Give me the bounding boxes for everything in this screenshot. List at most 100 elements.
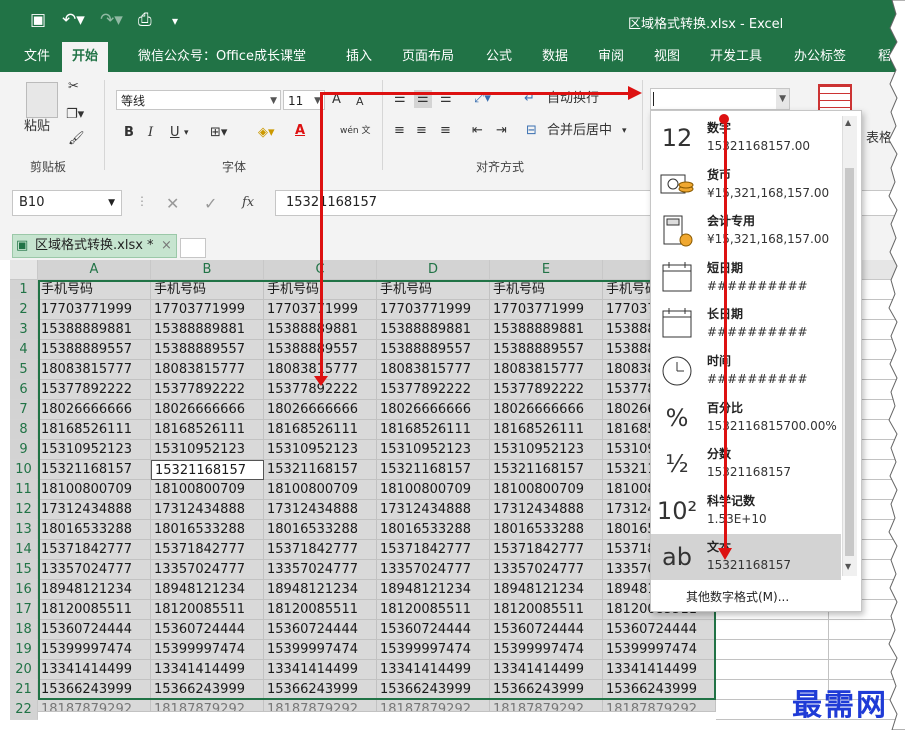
number-format-option[interactable]: %百分比1532116815700.00% (651, 395, 841, 441)
tab-5[interactable]: 公式 (486, 42, 512, 72)
cell-C14[interactable]: 15371842777 (264, 540, 377, 560)
cell-E13[interactable]: 18016533288 (490, 520, 603, 540)
tab-10[interactable]: 办公标签 (794, 42, 846, 72)
row-header[interactable]: 6 (10, 380, 38, 400)
cell-E12[interactable]: 17312434888 (490, 500, 603, 520)
row-header[interactable]: 18 (10, 620, 38, 640)
cell-D1[interactable]: 手机号码 (377, 280, 490, 300)
cancel-icon[interactable]: ✕ (166, 194, 179, 213)
undo-icon[interactable]: ↶▾ (62, 10, 85, 30)
row-header[interactable]: 16 (10, 580, 38, 600)
cell-E3[interactable]: 15388889881 (490, 320, 603, 340)
cell-C12[interactable]: 17312434888 (264, 500, 377, 520)
cell-B16[interactable]: 18948121234 (151, 580, 264, 600)
cell-D21[interactable]: 15366243999 (377, 680, 490, 700)
cell-D4[interactable]: 15388889557 (377, 340, 490, 360)
cell-E20[interactable]: 13341414499 (490, 660, 603, 680)
cell-B20[interactable]: 13341414499 (151, 660, 264, 680)
merge-center-button[interactable]: 合并后居中 (547, 122, 612, 140)
new-tab-button[interactable] (180, 238, 206, 258)
cell-C9[interactable]: 15310952123 (264, 440, 377, 460)
dropdown-scrollbar[interactable]: ▲ ▼ (842, 116, 857, 576)
number-format-option[interactable]: ab 文本 15321168157 (651, 534, 841, 581)
tab-6[interactable]: 数据 (542, 42, 568, 72)
cell-D5[interactable]: 18083815777 (377, 360, 490, 380)
row-header[interactable]: 2 (10, 300, 38, 320)
cell-C10[interactable]: 15321168157 (264, 460, 377, 480)
format-painter-icon[interactable]: 🖌 (68, 130, 85, 148)
save-icon[interactable]: ▣ (30, 10, 46, 30)
cell-B9[interactable]: 15310952123 (151, 440, 264, 460)
cell-E10[interactable]: 15321168157 (490, 460, 603, 480)
number-format-option[interactable]: 12 数字 15321168157.00 (651, 115, 841, 161)
cell-C7[interactable]: 18026666666 (264, 400, 377, 420)
cell-B13[interactable]: 18016533288 (151, 520, 264, 540)
cell-A20[interactable]: 13341414499 (38, 660, 151, 680)
cell-B7[interactable]: 18026666666 (151, 400, 264, 420)
row-header[interactable]: 20 (10, 660, 38, 680)
cell-D17[interactable]: 18120085511 (377, 600, 490, 620)
chevron-down-icon[interactable]: ▾ (184, 124, 189, 142)
cell-D16[interactable]: 18948121234 (377, 580, 490, 600)
cell-D20[interactable]: 13341414499 (377, 660, 490, 680)
cell-A1[interactable]: 手机号码 (38, 280, 151, 300)
italic-button[interactable]: I (148, 124, 153, 142)
cell-F19[interactable]: 15399997474 (603, 640, 716, 660)
cell-A19[interactable]: 15399997474 (38, 640, 151, 660)
row-header[interactable]: 12 (10, 500, 38, 520)
row-header[interactable]: 8 (10, 420, 38, 440)
tab-9[interactable]: 开发工具 (710, 42, 762, 72)
cell-E5[interactable]: 18083815777 (490, 360, 603, 380)
column-header[interactable]: B (151, 260, 264, 280)
tab-4[interactable]: 页面布局 (402, 42, 454, 72)
row-header[interactable]: 15 (10, 560, 38, 580)
cell-D10[interactable]: 15321168157 (377, 460, 490, 480)
workbook-tab[interactable]: ▣ 区域格式转换.xlsx * × (12, 234, 177, 258)
redo-icon[interactable]: ↷▾ (100, 10, 123, 30)
merge-center-icon[interactable]: ⊟ (526, 122, 537, 140)
row-header[interactable]: 14 (10, 540, 38, 560)
row-header[interactable]: 1 (10, 280, 38, 300)
cell-D6[interactable]: 15377892222 (377, 380, 490, 400)
cell-B12[interactable]: 17312434888 (151, 500, 264, 520)
cell-B22[interactable]: 18187879292 (151, 700, 264, 712)
cell-C17[interactable]: 18120085511 (264, 600, 377, 620)
cell-A2[interactable]: 17703771999 (38, 300, 151, 320)
number-format-option[interactable]: 时间 ########## (651, 348, 841, 394)
cell-B4[interactable]: 15388889557 (151, 340, 264, 360)
cell-B10[interactable]: 15321168157 (151, 460, 264, 480)
scroll-up-icon[interactable]: ▲ (845, 118, 851, 127)
font-size-combo[interactable]: 11 ▼ (283, 90, 325, 110)
cell-A4[interactable]: 15388889557 (38, 340, 151, 360)
cell-A9[interactable]: 15310952123 (38, 440, 151, 460)
cell-E17[interactable]: 18120085511 (490, 600, 603, 620)
underline-button[interactable]: U (170, 124, 180, 142)
cell-B5[interactable]: 18083815777 (151, 360, 264, 380)
column-header[interactable]: A (38, 260, 151, 280)
cell-A11[interactable]: 18100800709 (38, 480, 151, 500)
cell-D3[interactable]: 15388889881 (377, 320, 490, 340)
row-header[interactable]: 10 (10, 460, 38, 480)
scroll-down-icon[interactable]: ▼ (845, 562, 851, 571)
cell-A12[interactable]: 17312434888 (38, 500, 151, 520)
cell-D11[interactable]: 18100800709 (377, 480, 490, 500)
tab-1[interactable]: 开始 (62, 42, 109, 72)
insert-function-button[interactable]: fx (242, 195, 254, 210)
name-box[interactable]: B10 ▼ (12, 190, 122, 216)
number-format-option[interactable]: 货币 ¥15,321,168,157.00 (651, 162, 841, 208)
row-header[interactable]: 19 (10, 640, 38, 660)
cell-D18[interactable]: 15360724444 (377, 620, 490, 640)
row-header[interactable]: 13 (10, 520, 38, 540)
cell-A13[interactable]: 18016533288 (38, 520, 151, 540)
bold-button[interactable]: B (124, 124, 134, 142)
cell-D2[interactable]: 17703771999 (377, 300, 490, 320)
cell-B17[interactable]: 18120085511 (151, 600, 264, 620)
row-header[interactable]: 7 (10, 400, 38, 420)
cell-E16[interactable]: 18948121234 (490, 580, 603, 600)
more-number-formats-link[interactable]: 其他数字格式(M)... (686, 588, 789, 605)
number-format-option[interactable]: 10² 科学记数 1.53E+10 (651, 488, 841, 534)
chevron-down-icon[interactable]: ▼ (108, 191, 115, 215)
cell-D8[interactable]: 18168526111 (377, 420, 490, 440)
cell-A18[interactable]: 15360724444 (38, 620, 151, 640)
cell-A8[interactable]: 18168526111 (38, 420, 151, 440)
